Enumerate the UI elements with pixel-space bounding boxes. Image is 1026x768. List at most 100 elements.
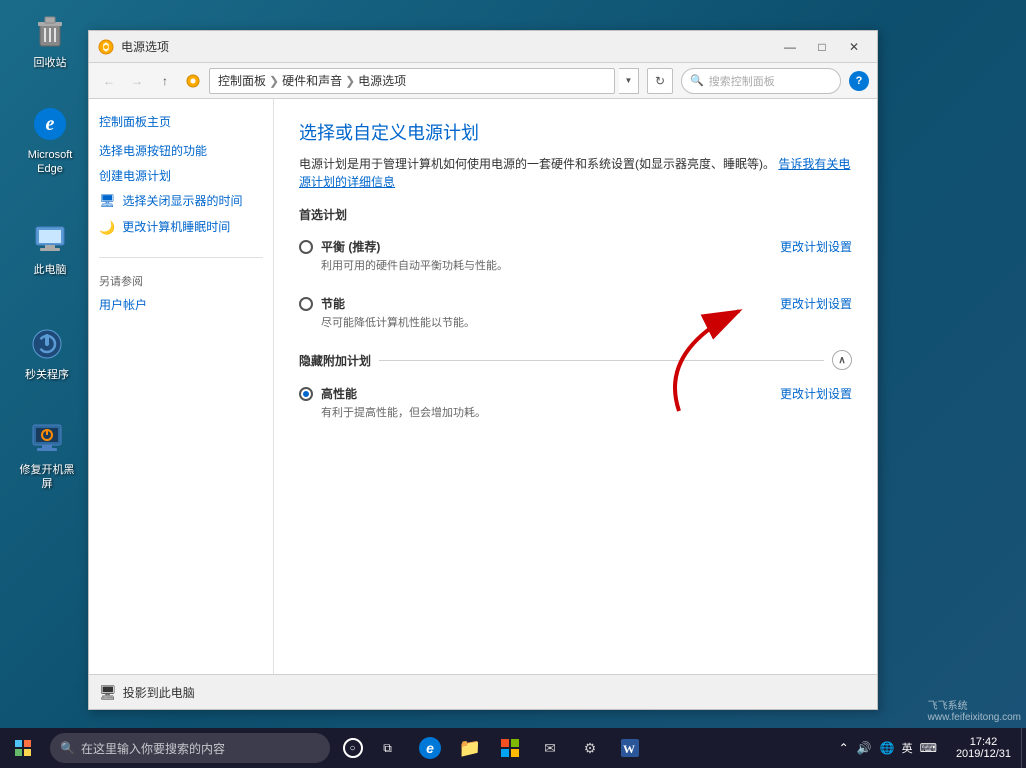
sidebar-link-text-3: 选择关闭显示器的时间	[123, 193, 243, 210]
start-button[interactable]	[0, 728, 45, 768]
taskbar-mail[interactable]: ✉	[530, 728, 570, 768]
svg-text:e: e	[46, 113, 55, 135]
taskbar-clock[interactable]: 17:42 2019/12/31	[946, 728, 1021, 768]
task-view-icon: ⧉	[383, 741, 392, 756]
show-desktop-button[interactable]	[1021, 728, 1026, 768]
window-icon	[97, 38, 115, 56]
bottom-toolbar: 🖥 投影到此电脑	[89, 674, 877, 709]
balanced-name: 平衡 (推荐)	[321, 238, 780, 255]
refresh-button[interactable]: ↻	[647, 68, 673, 94]
balanced-radio[interactable]	[299, 240, 313, 254]
forward-button[interactable]: →	[125, 69, 149, 93]
desktop-icon-edge[interactable]: e MicrosoftEdge	[15, 100, 85, 181]
task-view-button[interactable]: ⧉	[370, 731, 405, 766]
content-area: 控制面板主页 选择电源按钮的功能 创建电源计划 🖥 选择关闭显示器的时间 🌙 更…	[89, 99, 877, 674]
addressbar: ← → ↑ 控制面板 ❯ 硬件和声音 ❯ 电源选项 ▼ ↻ 🔍 搜索控制面板	[89, 63, 877, 99]
preferred-plans-header: 首选计划	[299, 206, 852, 223]
balanced-change-link[interactable]: 更改计划设置	[780, 238, 852, 255]
taskbar-word[interactable]: W	[610, 728, 650, 768]
window-title: 电源选项	[121, 38, 775, 55]
taskbar-store[interactable]	[490, 728, 530, 768]
help-button[interactable]: ?	[849, 71, 869, 91]
cortana-button[interactable]: ○	[335, 731, 370, 766]
this-pc-label: 此电脑	[34, 263, 67, 277]
windows-logo	[15, 740, 31, 756]
show-hidden-icons[interactable]: ⌃	[835, 741, 853, 755]
recycle-icon	[30, 12, 70, 52]
desktop-icon-repair[interactable]: 修复开机黑屏	[12, 415, 82, 496]
power-saver-change-link[interactable]: 更改计划设置	[780, 295, 852, 312]
power-saver-name: 节能	[321, 295, 780, 312]
recycle-label: 回收站	[34, 56, 67, 70]
balanced-desc: 利用可用的硬件自动平衡功耗与性能。	[321, 257, 780, 273]
sidebar-link-text-2: 创建电源计划	[99, 168, 171, 185]
keyboard-icon[interactable]: ⌨	[916, 741, 941, 755]
network-icon[interactable]: 🌐	[876, 741, 899, 755]
search-icon: 🔍	[690, 74, 704, 87]
taskbar-file-explorer[interactable]: 📁	[450, 728, 490, 768]
address-path[interactable]: 控制面板 ❯ 硬件和声音 ❯ 电源选项	[209, 68, 615, 94]
plan-item-high-performance: 高性能 有利于提高性能，但会增加功耗。 更改计划设置	[299, 380, 852, 425]
high-performance-change-link[interactable]: 更改计划设置	[780, 385, 852, 402]
balanced-info: 平衡 (推荐) 利用可用的硬件自动平衡功耗与性能。	[321, 238, 780, 273]
sidebar-link-sleep-time[interactable]: 🌙 更改计算机睡眠时间	[99, 219, 263, 237]
search-box[interactable]: 🔍 搜索控制面板	[681, 68, 841, 94]
search-placeholder: 搜索控制面板	[709, 73, 775, 89]
sidebar: 控制面板主页 选择电源按钮的功能 创建电源计划 🖥 选择关闭显示器的时间 🌙 更…	[89, 99, 274, 674]
clock-date: 2019/12/31	[956, 748, 1011, 760]
settings-icon: ⚙	[580, 740, 601, 757]
taskbar-search-icon: 🔍	[60, 741, 75, 755]
store-icon	[500, 738, 520, 758]
window-controls: — □ ✕	[775, 37, 869, 57]
taskbar-edge[interactable]: e	[410, 728, 450, 768]
also-see-section: 另请参阅 用户帐户	[99, 257, 263, 314]
hidden-plans-header: 隐藏附加计划 ∧	[299, 350, 852, 370]
shutdown-icon	[27, 324, 67, 364]
sidebar-link-display-off[interactable]: 🖥 选择关闭显示器的时间	[99, 192, 263, 210]
path-part-3: 电源选项	[358, 72, 406, 89]
taskbar-settings[interactable]: ⚙	[570, 728, 610, 768]
system-tray: ⌃ 🔊 🌐 英 ⌨	[830, 728, 946, 768]
high-performance-radio[interactable]	[299, 387, 313, 401]
high-performance-info: 高性能 有利于提高性能，但会增加功耗。	[321, 385, 780, 420]
language-indicator[interactable]: 英	[899, 740, 916, 756]
taskbar-search[interactable]: 🔍 在这里输入你要搜索的内容	[50, 733, 330, 763]
edge-label: MicrosoftEdge	[28, 148, 73, 177]
watermark: 飞飞系统www.feifeixitong.com	[928, 697, 1021, 723]
panel-description: 电源计划是用于管理计算机如何使用电源的一套硬件和系统设置(如显示器亮度、睡眠等)…	[299, 155, 852, 191]
high-performance-desc: 有利于提高性能，但会增加功耗。	[321, 404, 780, 420]
maximize-button[interactable]: □	[807, 37, 837, 57]
desktop-icon-shutdown[interactable]: 秒关程序	[12, 320, 82, 386]
volume-icon[interactable]: 🔊	[853, 741, 876, 755]
sidebar-link-text-1: 选择电源按钮的功能	[99, 143, 207, 160]
up-button[interactable]: ↑	[153, 69, 177, 93]
desktop-icon-recycle[interactable]: 回收站	[15, 8, 85, 74]
back-button[interactable]: ←	[97, 69, 121, 93]
mail-icon: ✉	[540, 740, 560, 757]
sidebar-link-users[interactable]: 用户帐户	[99, 297, 263, 314]
repair-label: 修复开机黑屏	[16, 463, 78, 492]
titlebar: 电源选项 — □ ✕	[89, 31, 877, 63]
sidebar-link-power-button[interactable]: 选择电源按钮的功能	[99, 143, 263, 160]
bottom-toolbar-text[interactable]: 投影到此电脑	[123, 684, 195, 701]
power-saver-desc: 尽可能降低计算机性能以节能。	[321, 314, 780, 330]
close-button[interactable]: ✕	[839, 37, 869, 57]
main-panel: 选择或自定义电源计划 电源计划是用于管理计算机如何使用电源的一套硬件和系统设置(…	[274, 99, 877, 674]
address-dropdown[interactable]: ▼	[619, 68, 639, 94]
sidebar-link-text-4: 更改计算机睡眠时间	[122, 219, 230, 236]
sidebar-link-users-text: 用户帐户	[99, 297, 147, 314]
taskbar: 🔍 在这里输入你要搜索的内容 ○ ⧉ e 📁	[0, 728, 1026, 768]
expand-hidden-plans[interactable]: ∧	[832, 350, 852, 370]
svg-text:W: W	[623, 742, 635, 756]
sidebar-link-create-plan[interactable]: 创建电源计划	[99, 168, 263, 185]
sidebar-home-link[interactable]: 控制面板主页	[99, 114, 263, 131]
file-explorer-icon: 📁	[459, 738, 481, 759]
desktop-icon-this-pc[interactable]: 此电脑	[15, 215, 85, 281]
power-saver-radio[interactable]	[299, 297, 313, 311]
plan-item-power-saver: 节能 尽可能降低计算机性能以节能。 更改计划设置	[299, 290, 852, 335]
high-performance-name: 高性能	[321, 385, 780, 402]
taskbar-right: ⌃ 🔊 🌐 英 ⌨ 17:42 2019/12/31	[830, 728, 1026, 768]
sleep-icon: 🌙	[99, 219, 115, 237]
repair-icon	[27, 419, 67, 459]
minimize-button[interactable]: —	[775, 37, 805, 57]
